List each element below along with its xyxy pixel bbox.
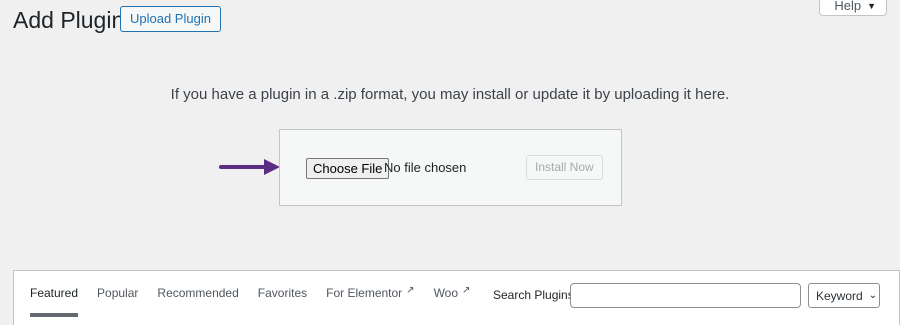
tab-recommended[interactable]: Recommended bbox=[157, 271, 238, 317]
tab-label: Favorites bbox=[257, 286, 308, 300]
search-label: Search Plugins bbox=[493, 288, 574, 302]
file-status: No file chosen bbox=[384, 160, 467, 175]
help-label: Help bbox=[834, 0, 862, 13]
upload-help-text: If you have a plugin in a .zip format, y… bbox=[170, 86, 730, 103]
tab-label: For Elementor bbox=[326, 286, 403, 300]
tab-label: Popular bbox=[97, 286, 139, 300]
tab-popular[interactable]: Popular bbox=[97, 271, 138, 317]
tab-label: Recommended bbox=[157, 286, 239, 300]
tab-for-elementor[interactable]: For Elementor ↗ bbox=[326, 271, 414, 317]
tab-favorites[interactable]: Favorites bbox=[258, 271, 307, 317]
tab-label: Woo bbox=[433, 286, 459, 300]
arrow-right-icon bbox=[219, 159, 280, 175]
plugin-filter-bar: Featured Popular Recommended Favorites F… bbox=[13, 270, 900, 325]
tab-label: Featured bbox=[30, 286, 79, 300]
help-tab[interactable]: Help ▼ bbox=[819, 0, 887, 16]
external-link-icon: ↗ bbox=[406, 285, 415, 296]
search-plugins-input[interactable] bbox=[570, 283, 801, 308]
choose-file-button[interactable]: Choose File bbox=[306, 158, 390, 179]
chevron-down-icon: ⌄ bbox=[868, 290, 878, 301]
tab-woo[interactable]: Woo ↗ bbox=[434, 271, 471, 317]
caret-down-icon: ▼ bbox=[867, 0, 876, 11]
upload-form: Choose File No file chosen Install Now bbox=[279, 129, 622, 206]
select-value: Keyword bbox=[816, 288, 863, 303]
install-now-button[interactable]: Install Now bbox=[526, 155, 603, 180]
page-title: Add Plugins bbox=[13, 7, 136, 33]
upload-plugin-button[interactable]: Upload Plugin bbox=[120, 6, 221, 32]
external-link-icon: ↗ bbox=[462, 285, 471, 296]
filter-tabs: Featured Popular Recommended Favorites F… bbox=[30, 271, 489, 317]
search-type-select[interactable]: Keyword ⌄ bbox=[808, 283, 880, 308]
tab-featured[interactable]: Featured bbox=[30, 271, 79, 317]
